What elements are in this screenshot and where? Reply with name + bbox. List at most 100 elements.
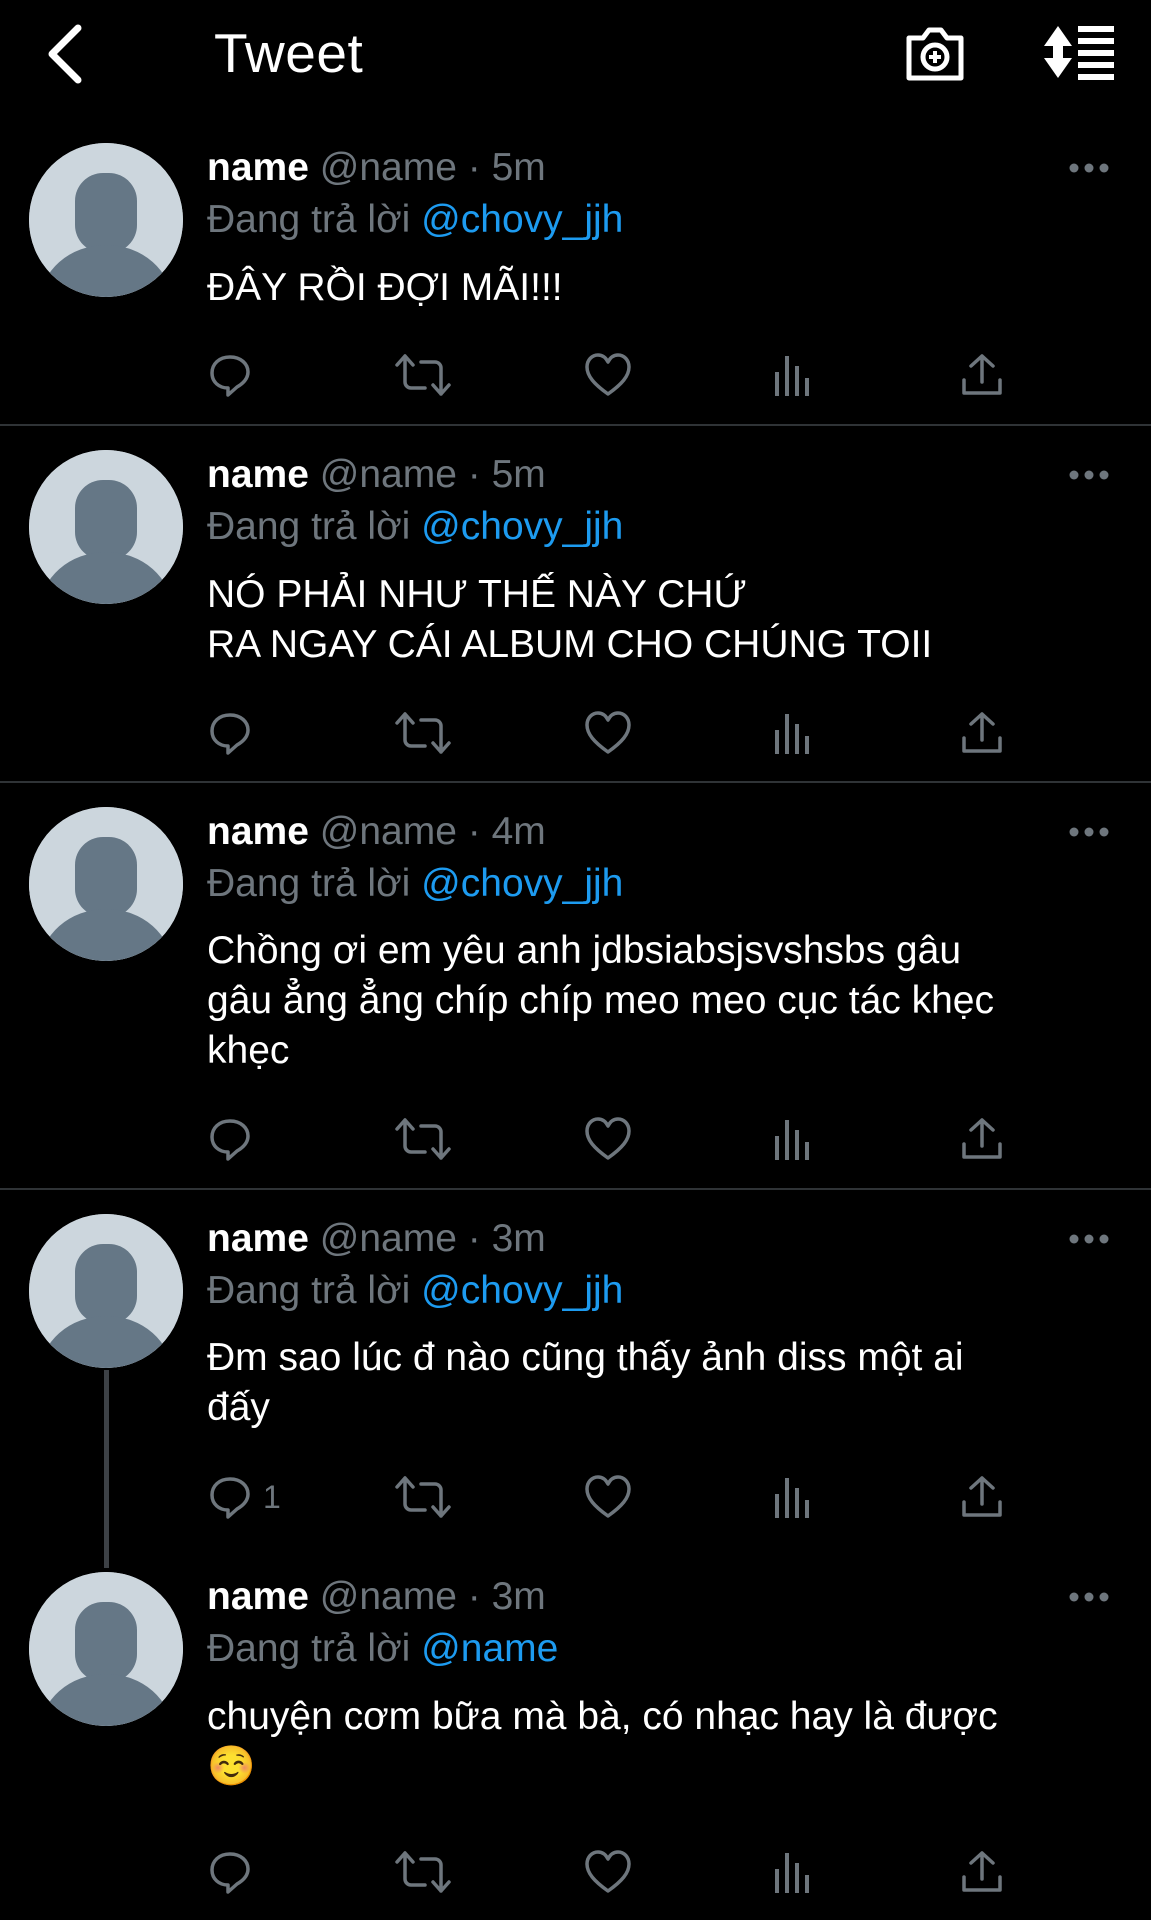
retweet-icon bbox=[395, 1476, 451, 1518]
reply-button[interactable] bbox=[207, 1112, 253, 1166]
replying-label: Đang trả lời bbox=[207, 1269, 411, 1312]
more-options-button[interactable] bbox=[1068, 825, 1110, 839]
share-icon bbox=[962, 1118, 1002, 1159]
tweet-text-line: gâu ẳng ẳng chíp chíp meo meo cục tác kh… bbox=[207, 979, 994, 1022]
retweet-button[interactable] bbox=[395, 706, 451, 760]
retweet-button[interactable] bbox=[395, 1470, 451, 1524]
heart-icon bbox=[585, 1475, 631, 1518]
more-options-button[interactable] bbox=[1068, 1590, 1110, 1604]
views-button[interactable] bbox=[772, 1470, 814, 1524]
replying-label: Đang trả lời bbox=[207, 505, 411, 548]
tweet-text: chuyện cơm bữa mà bà, có nhạc hay là đượ… bbox=[207, 1692, 1107, 1792]
back-button[interactable] bbox=[40, 22, 96, 86]
display-name[interactable]: name bbox=[207, 810, 309, 853]
tweet-header: name @name · 3m bbox=[207, 1216, 546, 1262]
default-avatar-icon bbox=[29, 807, 183, 961]
views-button[interactable] bbox=[772, 348, 814, 402]
mention-link[interactable]: @chovy_jjh bbox=[421, 1269, 623, 1312]
display-name[interactable]: name bbox=[207, 146, 309, 189]
share-button[interactable] bbox=[959, 1112, 1005, 1166]
mention-link[interactable]: @name bbox=[421, 1627, 558, 1670]
tweet-text-line: NÓ PHẢI NHƯ THẾ NÀY CHỨ bbox=[207, 573, 747, 616]
tweet-text-line: khẹc bbox=[207, 1029, 290, 1072]
display-name[interactable]: name bbox=[207, 1575, 309, 1618]
share-button[interactable] bbox=[959, 706, 1005, 760]
share-button[interactable] bbox=[959, 348, 1005, 402]
share-button[interactable] bbox=[959, 1845, 1005, 1899]
replying-to: Đang trả lời @chovy_jjh bbox=[207, 861, 623, 907]
share-icon bbox=[962, 354, 1002, 395]
mention-link[interactable]: @chovy_jjh bbox=[421, 862, 623, 905]
handle[interactable]: @name bbox=[320, 453, 457, 496]
avatar[interactable] bbox=[29, 1214, 183, 1368]
reply-button[interactable] bbox=[207, 348, 253, 402]
reply-button[interactable] bbox=[207, 706, 253, 760]
views-button[interactable] bbox=[772, 1112, 814, 1166]
reply-count: 1 bbox=[263, 1478, 281, 1515]
default-avatar-icon bbox=[29, 450, 183, 604]
heart-icon bbox=[585, 1850, 631, 1893]
retweet-button[interactable] bbox=[395, 1845, 451, 1899]
default-avatar-icon bbox=[29, 1572, 183, 1726]
share-icon bbox=[962, 1851, 1002, 1892]
more-icon bbox=[1069, 163, 1109, 173]
tweet-actions: 1 bbox=[207, 1470, 1067, 1524]
retweet-button[interactable] bbox=[395, 1112, 451, 1166]
tweet-actions bbox=[207, 348, 1067, 402]
avatar[interactable] bbox=[29, 143, 183, 297]
tweet-actions bbox=[207, 1845, 1067, 1899]
retweet-icon bbox=[395, 354, 451, 396]
chevron-left-icon bbox=[48, 24, 82, 84]
display-name[interactable]: name bbox=[207, 1217, 309, 1260]
reply-icon bbox=[210, 1477, 250, 1519]
mention-link[interactable]: @chovy_jjh bbox=[421, 505, 623, 548]
camera-button[interactable] bbox=[903, 20, 967, 84]
like-button[interactable] bbox=[584, 1470, 632, 1524]
like-button[interactable] bbox=[584, 1845, 632, 1899]
tweet-text-line: đấy bbox=[207, 1386, 270, 1429]
more-options-button[interactable] bbox=[1068, 161, 1110, 175]
mention-link[interactable]: @chovy_jjh bbox=[421, 198, 623, 241]
more-options-button[interactable] bbox=[1068, 1232, 1110, 1246]
share-button[interactable] bbox=[959, 1470, 1005, 1524]
tweet-text-line: ☺️ bbox=[207, 1745, 256, 1788]
avatar[interactable] bbox=[29, 450, 183, 604]
retweet-icon bbox=[395, 1118, 451, 1160]
tweet-header: name @name · 5m bbox=[207, 452, 546, 498]
retweet-button[interactable] bbox=[395, 348, 451, 402]
heart-icon bbox=[585, 353, 631, 396]
like-button[interactable] bbox=[584, 706, 632, 760]
like-button[interactable] bbox=[584, 1112, 632, 1166]
avatar[interactable] bbox=[29, 1572, 183, 1726]
reply-button[interactable]: 1 bbox=[207, 1470, 281, 1524]
tweet-text-line: Đm sao lúc đ nào cũng thấy ảnh diss một … bbox=[207, 1336, 964, 1379]
more-icon bbox=[1069, 1592, 1109, 1602]
tweet-header: name @name · 5m bbox=[207, 145, 546, 191]
sort-icon bbox=[1044, 26, 1114, 80]
avatar[interactable] bbox=[29, 807, 183, 961]
views-button[interactable] bbox=[772, 706, 814, 760]
reply-icon bbox=[210, 1119, 250, 1161]
views-button[interactable] bbox=[772, 1845, 814, 1899]
handle[interactable]: @name bbox=[320, 1217, 457, 1260]
replying-to: Đang trả lời @chovy_jjh bbox=[207, 1268, 623, 1314]
replying-label: Đang trả lời bbox=[207, 862, 411, 905]
separator-dot: · bbox=[467, 810, 481, 853]
handle[interactable]: @name bbox=[320, 810, 457, 853]
handle[interactable]: @name bbox=[320, 146, 457, 189]
divider bbox=[0, 781, 1151, 783]
display-name[interactable]: name bbox=[207, 453, 309, 496]
like-button[interactable] bbox=[584, 348, 632, 402]
sort-button[interactable] bbox=[1040, 22, 1118, 82]
share-icon bbox=[962, 1476, 1002, 1517]
tweet-text: NÓ PHẢI NHƯ THẾ NÀY CHỨ RA NGAY CÁI ALBUM… bbox=[207, 570, 1107, 670]
replying-to: Đang trả lời @name bbox=[207, 1626, 558, 1672]
handle[interactable]: @name bbox=[320, 1575, 457, 1618]
analytics-icon bbox=[775, 1120, 809, 1160]
more-options-button[interactable] bbox=[1068, 468, 1110, 482]
timestamp: 3m bbox=[491, 1575, 546, 1618]
timestamp: 5m bbox=[491, 453, 546, 496]
separator-dot: · bbox=[467, 1575, 481, 1618]
reply-button[interactable] bbox=[207, 1845, 253, 1899]
divider bbox=[0, 424, 1151, 426]
